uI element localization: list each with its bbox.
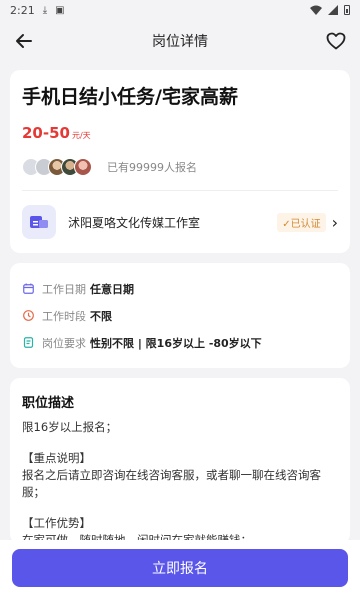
avatar-group xyxy=(22,158,92,176)
description-title: 职位描述 xyxy=(22,396,75,411)
avatar xyxy=(74,158,92,176)
notification-a-icon: ▣ xyxy=(55,4,65,16)
info-row-date: 工作日期 任意日期 xyxy=(22,275,338,302)
battery-icon xyxy=(344,5,350,15)
clock-icon xyxy=(22,310,34,322)
apply-button[interactable]: 立即报名 xyxy=(12,549,348,587)
info-row-time: 工作时段 不限 xyxy=(22,302,338,329)
info-row-requirement: 岗位要求 性别不限 | 限16岁以上 -80岁以下 xyxy=(22,329,338,356)
requirement-icon xyxy=(22,337,34,349)
status-bar: 2:21 ⤓ ▣ xyxy=(0,0,360,20)
company-name: 沭阳夏咯文化传媒工作室 xyxy=(68,215,201,230)
description-line: 【重点说明】 xyxy=(22,451,91,465)
favorite-button[interactable] xyxy=(324,29,348,53)
info-label: 岗位要求 xyxy=(42,336,86,350)
wifi-icon xyxy=(310,5,322,15)
job-description-card: 职位描述 限16岁以上报名； 【重点说明】 报名之后请立即咨询在线咨询客服，或者… xyxy=(10,378,350,544)
heart-outline-icon xyxy=(326,32,346,50)
status-time: 2:21 xyxy=(10,3,35,17)
chevron-right-icon: › xyxy=(331,212,338,232)
info-value: 任意日期 xyxy=(90,282,134,296)
back-button[interactable] xyxy=(12,29,36,53)
signal-icon xyxy=(328,5,338,15)
top-bar: 岗位详情 xyxy=(0,20,360,62)
info-value: 不限 xyxy=(90,309,112,323)
calendar-icon xyxy=(22,283,34,295)
signup-summary: 已有99999人报名 xyxy=(22,158,338,176)
info-label: 工作日期 xyxy=(42,282,86,296)
salary-range: 20-50 xyxy=(22,124,70,142)
description-line: 限16岁以上报名； xyxy=(22,420,118,434)
description-line: 报名之后请立即咨询在线咨询客服，或者聊一聊在线咨询客服； xyxy=(22,468,321,499)
verified-badge: ✓已认证 xyxy=(277,212,326,232)
job-info-card: 工作日期 任意日期 工作时段 不限 岗位要求 性别不限 | 限16岁以上 -80… xyxy=(10,263,350,368)
info-label: 工作时段 xyxy=(42,309,86,323)
bottom-action-bar: 立即报名 xyxy=(0,540,360,600)
info-value: 性别不限 | 限16岁以上 -80岁以下 xyxy=(90,336,262,350)
job-summary-card: 手机日结小任务/宅家高薪 20-50 元/天 已有99999人报名 沭阳夏咯文化… xyxy=(10,70,350,253)
arrow-left-icon xyxy=(16,34,32,48)
job-title: 手机日结小任务/宅家高薪 xyxy=(22,86,238,108)
salary: 20-50 元/天 xyxy=(22,124,338,142)
page-title: 岗位详情 xyxy=(152,34,208,50)
company-logo-icon xyxy=(22,205,56,239)
description-line: 【工作优势】 xyxy=(22,516,91,530)
salary-unit: 元/天 xyxy=(71,131,91,140)
company-row[interactable]: 沭阳夏咯文化传媒工作室 ✓已认证 › xyxy=(22,191,338,243)
download-icon: ⤓ xyxy=(42,4,48,16)
signup-count: 已有99999人报名 xyxy=(107,161,197,174)
